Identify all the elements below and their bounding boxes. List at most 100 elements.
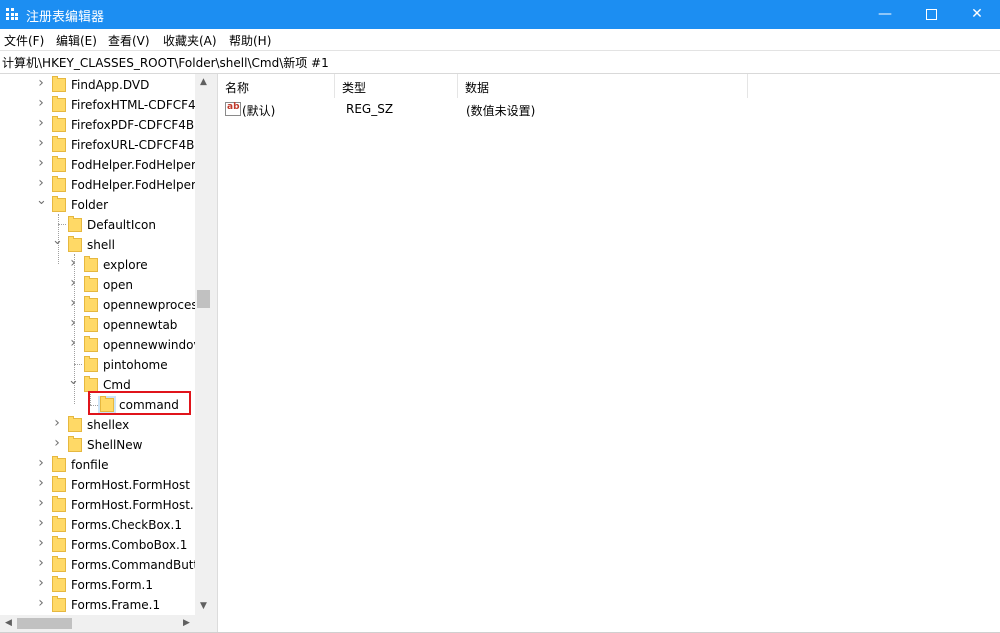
chevron-right-icon[interactable]: › (68, 276, 78, 290)
chevron-right-icon[interactable]: › (36, 76, 46, 90)
tree-node[interactable]: › Forms.CheckBox.1 (0, 515, 196, 535)
folder-icon (52, 596, 66, 612)
tree-node[interactable]: › FirefoxURL-CDFCF4B7 (0, 135, 202, 155)
chevron-right-icon[interactable]: › (68, 256, 78, 270)
tree-node-label: Forms.Frame.1 (71, 598, 161, 612)
vertical-scroll-thumb[interactable] (197, 290, 210, 308)
tree-node-label: FormHost.FormHost.1 (71, 498, 202, 512)
folder-icon (84, 376, 98, 392)
chevron-right-icon[interactable]: › (36, 456, 46, 470)
tree-node[interactable]: › shellex (0, 415, 196, 435)
chevron-right-icon[interactable]: › (68, 336, 78, 350)
chevron-right-icon[interactable]: › (36, 596, 46, 610)
column-header-type[interactable]: 类型 (335, 74, 458, 98)
tree-node-label: Forms.CommandButt (71, 558, 199, 572)
scroll-left-arrow-icon[interactable]: ◀ (0, 615, 17, 632)
menu-edit[interactable]: 编辑(E) (56, 32, 97, 49)
tree-node[interactable]: › Forms.ComboBox.1 (0, 535, 196, 555)
folder-icon (84, 256, 98, 272)
tree-node-label: Cmd (103, 378, 131, 392)
folder-icon (52, 196, 66, 212)
menu-view[interactable]: 查看(V) (108, 32, 150, 49)
chevron-right-icon[interactable]: › (52, 416, 62, 430)
tree-node[interactable]: › FodHelper.FodHelper (0, 155, 196, 175)
registry-key-tree[interactable]: › FindApp.DVD › FirefoxHTML-CDFCF4 › FirefoxP… (0, 74, 212, 615)
maximize-button[interactable] (908, 0, 954, 29)
tree-node[interactable]: › opennewwindov (0, 335, 201, 355)
folder-icon (52, 556, 66, 572)
chevron-right-icon[interactable]: › (52, 436, 62, 450)
column-header-name[interactable]: 名称 (218, 74, 335, 98)
tree-node[interactable]: › ShellNew (0, 435, 196, 455)
chevron-right-icon[interactable]: › (36, 556, 46, 570)
folder-icon (52, 96, 66, 112)
tree-node[interactable]: › Forms.Form.1 (0, 575, 196, 595)
chevron-right-icon[interactable]: › (36, 176, 46, 190)
tree-node[interactable]: › FirefoxPDF-CDFCF4B7 (0, 115, 202, 135)
chevron-right-icon[interactable]: › (36, 516, 46, 530)
chevron-right-icon[interactable]: › (68, 316, 78, 330)
close-button[interactable]: ✕ (954, 0, 1000, 29)
chevron-right-icon[interactable]: › (36, 116, 46, 130)
address-path[interactable]: 计算机\HKEY_CLASSES_ROOT\Folder\shell\Cmd\新… (2, 54, 329, 71)
tree-node[interactable]: › Forms.CommandButt (0, 555, 199, 575)
chevron-right-icon[interactable]: › (36, 156, 46, 170)
value-name: (默认) (242, 104, 276, 118)
tree-node[interactable]: ⌄ Folder (0, 194, 196, 215)
chevron-right-icon[interactable]: › (36, 476, 46, 490)
tree-node[interactable]: DefaultIcon (0, 215, 196, 235)
tree-node[interactable]: › explore (0, 255, 196, 275)
value-row[interactable]: ab (默认) REG_SZ (数值未设置) (218, 100, 1000, 120)
scroll-down-arrow-icon[interactable]: ▼ (195, 598, 212, 615)
folder-icon (52, 576, 66, 592)
tree-node[interactable]: › FormHost.FormHost.1 (0, 495, 201, 515)
tree-node[interactable]: › FirefoxHTML-CDFCF4 (0, 95, 196, 115)
tree-node-label: fonfile (71, 458, 109, 472)
chevron-down-icon[interactable]: ⌄ (36, 194, 47, 207)
tree-node[interactable]: › FodHelper.FodHelper (0, 175, 196, 195)
scroll-right-arrow-icon[interactable]: ▶ (178, 615, 195, 632)
tree-node-label: pintohome (103, 358, 168, 372)
folder-icon (52, 516, 66, 532)
tree-node[interactable]: › open (0, 275, 196, 295)
chevron-down-icon[interactable]: ⌄ (68, 374, 79, 387)
tree-node[interactable]: › opennewproces (0, 295, 198, 315)
tree-node-label: opennewtab (103, 318, 178, 332)
chevron-right-icon[interactable]: › (36, 96, 46, 110)
tree-node[interactable]: › fonfile (0, 455, 196, 475)
tree-horizontal-scrollbar[interactable]: ◀ ▶ (0, 615, 212, 632)
window-title: 注册表编辑器 (26, 10, 105, 25)
tree-node[interactable]: › opennewtab (0, 315, 196, 335)
chevron-right-icon[interactable]: › (68, 296, 78, 310)
tree-node[interactable]: pintohome (0, 355, 196, 375)
tree-node-label: FodHelper.FodHelper (71, 178, 196, 192)
tree-node[interactable]: › Forms.Frame.1 (0, 595, 196, 615)
tree-node-label: FormHost.FormHost (71, 478, 190, 492)
column-header-data[interactable]: 数据 (458, 74, 748, 98)
tree-node[interactable]: ⌄ shell (0, 234, 196, 255)
chevron-right-icon[interactable]: › (36, 136, 46, 150)
highlight-box (88, 391, 191, 415)
minimize-button[interactable]: — (862, 0, 908, 29)
tree-node-label: shellex (87, 418, 130, 432)
chevron-down-icon[interactable]: ⌄ (52, 234, 63, 247)
menu-favorites[interactable]: 收藏夹(A) (163, 32, 217, 49)
menu-help[interactable]: 帮助(H) (229, 32, 271, 49)
chevron-right-icon[interactable]: › (36, 536, 46, 550)
tree-node-label: Forms.Form.1 (71, 578, 153, 592)
scroll-up-arrow-icon[interactable]: ▲ (195, 74, 212, 91)
chevron-right-icon[interactable]: › (36, 576, 46, 590)
address-bar[interactable]: 计算机\HKEY_CLASSES_ROOT\Folder\shell\Cmd\新… (0, 50, 1000, 74)
horizontal-scroll-thumb[interactable] (17, 618, 72, 629)
tree-node-label: ShellNew (87, 438, 143, 452)
value-type: REG_SZ (346, 102, 394, 116)
tree-node[interactable]: › FormHost.FormHost (0, 475, 196, 495)
tree-node-label: Forms.ComboBox.1 (71, 538, 188, 552)
values-pane[interactable]: 名称 类型 数据 ab (默认) REG_SZ (数值未设置) (217, 74, 1000, 633)
menu-file[interactable]: 文件(F) (4, 32, 44, 49)
chevron-right-icon[interactable]: › (36, 496, 46, 510)
tree-vertical-scrollbar[interactable]: ▲ ▼ (195, 74, 212, 615)
folder-icon (68, 216, 82, 232)
tree-node-label: open (103, 278, 133, 292)
tree-node[interactable]: › FindApp.DVD (0, 75, 196, 95)
